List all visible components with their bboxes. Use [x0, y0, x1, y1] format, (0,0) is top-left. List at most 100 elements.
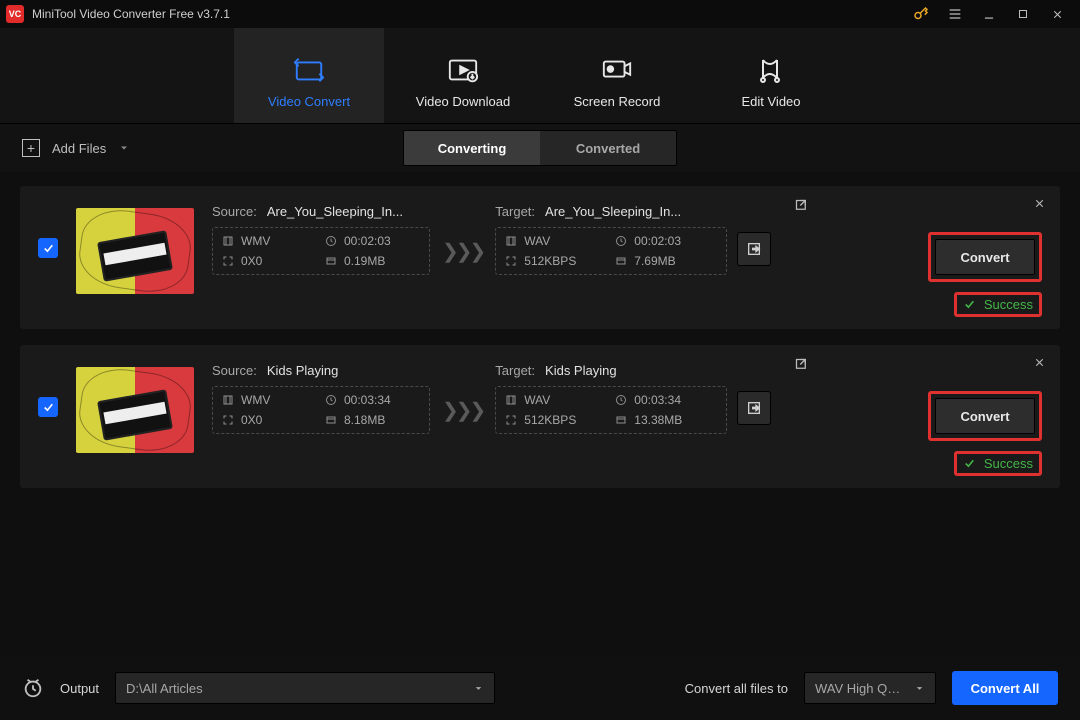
target-info: Target: Are_You_Sleeping_In... WAV 00:02… [495, 204, 727, 275]
nav-screen-record[interactable]: Screen Record [542, 28, 692, 123]
menu-icon[interactable] [938, 0, 972, 28]
highlight-box: Success [954, 451, 1042, 476]
target-settings-button[interactable] [737, 391, 771, 425]
highlight-box: Convert [928, 391, 1042, 441]
target-settings-button[interactable] [737, 232, 771, 266]
size-icon [324, 255, 337, 268]
size-icon [324, 414, 337, 427]
size-icon [614, 414, 627, 427]
output-path-value: D:\All Articles [126, 681, 203, 696]
remove-item-icon[interactable] [1028, 351, 1050, 373]
format-icon [504, 235, 517, 248]
target-format: WAV [524, 393, 550, 407]
resolution-icon [221, 414, 234, 427]
highlight-box: Success [954, 292, 1042, 317]
chevron-down-icon [914, 683, 925, 694]
source-resolution: 0X0 [241, 254, 262, 268]
target-size: 7.69MB [634, 254, 675, 268]
source-duration: 00:03:34 [344, 393, 391, 407]
upgrade-key-icon[interactable] [904, 0, 938, 28]
chevron-down-icon [118, 142, 130, 154]
arrow-icon: ❯❯❯ [438, 374, 487, 423]
toolbar: + Add Files Converting Converted [0, 124, 1080, 172]
clock-icon [324, 394, 337, 407]
nav-video-convert[interactable]: Video Convert [234, 28, 384, 123]
checkbox-checked-icon [38, 397, 58, 417]
minimize-icon[interactable] [972, 0, 1006, 28]
nav-video-download[interactable]: Video Download [388, 28, 538, 123]
arrow-icon: ❯❯❯ [438, 215, 487, 264]
item-checkbox[interactable] [38, 397, 58, 417]
highlight-box: Convert [928, 232, 1042, 282]
scheduler-icon[interactable] [22, 677, 44, 699]
source-format: WMV [241, 234, 270, 248]
source-format: WMV [241, 393, 270, 407]
tab-label: Converted [576, 141, 640, 156]
source-resolution: 0X0 [241, 413, 262, 427]
status-text: Success [984, 297, 1033, 312]
convert-button[interactable]: Convert [935, 398, 1035, 434]
target-info: Target: Kids Playing WAV 00:03:34 512KBP… [495, 363, 727, 434]
add-files-button[interactable]: + Add Files [22, 139, 130, 157]
target-format: WAV [524, 234, 550, 248]
app-title: MiniTool Video Converter Free v3.7.1 [32, 7, 230, 21]
format-icon [221, 235, 234, 248]
tab-group: Converting Converted [403, 130, 677, 166]
check-icon [963, 457, 976, 470]
convert-all-button[interactable]: Convert All [952, 671, 1058, 705]
status-badge: Success [963, 297, 1033, 312]
target-duration: 00:02:03 [634, 234, 681, 248]
footer: Output D:\All Articles Convert all files… [0, 656, 1080, 720]
target-bitrate: 512KBPS [524, 254, 576, 268]
video-download-icon [447, 56, 479, 84]
source-duration: 00:02:03 [344, 234, 391, 248]
plus-icon: + [22, 139, 40, 157]
main-nav: Video Convert Video Download Screen Reco… [0, 28, 1080, 124]
nav-label: Edit Video [741, 94, 800, 109]
resolution-icon [221, 255, 234, 268]
edit-video-icon [755, 56, 787, 84]
video-thumbnail [76, 208, 194, 294]
close-icon[interactable] [1040, 0, 1074, 28]
item-checkbox[interactable] [38, 238, 58, 258]
convert-button[interactable]: Convert [935, 239, 1035, 275]
open-folder-icon[interactable] [790, 353, 812, 375]
nav-label: Video Convert [268, 94, 350, 109]
source-label: Source: [212, 204, 257, 219]
tab-converting[interactable]: Converting [404, 131, 540, 165]
convert-label: Convert [960, 409, 1009, 424]
target-label: Target: [495, 204, 535, 219]
open-folder-icon[interactable] [790, 194, 812, 216]
bitrate-icon [504, 414, 517, 427]
check-icon [963, 298, 976, 311]
maximize-icon[interactable] [1006, 0, 1040, 28]
clock-icon [614, 235, 627, 248]
tab-label: Converting [438, 141, 507, 156]
format-icon [221, 394, 234, 407]
conversion-item: Source: Kids Playing WMV 00:03:34 0X0 8.… [20, 345, 1060, 488]
source-size: 8.18MB [344, 413, 385, 427]
add-files-label: Add Files [52, 141, 106, 156]
source-label: Source: [212, 363, 257, 378]
convert-label: Convert [960, 250, 1009, 265]
target-label: Target: [495, 363, 535, 378]
size-icon [614, 255, 627, 268]
target-filename: Kids Playing [545, 363, 617, 378]
source-info: Source: Kids Playing WMV 00:03:34 0X0 8.… [212, 363, 430, 434]
video-thumbnail [76, 367, 194, 453]
remove-item-icon[interactable] [1028, 192, 1050, 214]
nav-edit-video[interactable]: Edit Video [696, 28, 846, 123]
video-convert-icon [293, 56, 325, 84]
clock-icon [324, 235, 337, 248]
target-duration: 00:03:34 [634, 393, 681, 407]
target-filename: Are_You_Sleeping_In... [545, 204, 681, 219]
chevron-down-icon [473, 683, 484, 694]
tab-converted[interactable]: Converted [540, 131, 676, 165]
titlebar: VC MiniTool Video Converter Free v3.7.1 [0, 0, 1080, 28]
nav-label: Video Download [416, 94, 510, 109]
preset-select[interactable]: WAV High Qualit... [804, 672, 936, 704]
convert-all-label: Convert All [971, 681, 1040, 696]
bitrate-icon [504, 255, 517, 268]
output-path-select[interactable]: D:\All Articles [115, 672, 495, 704]
nav-label: Screen Record [574, 94, 661, 109]
